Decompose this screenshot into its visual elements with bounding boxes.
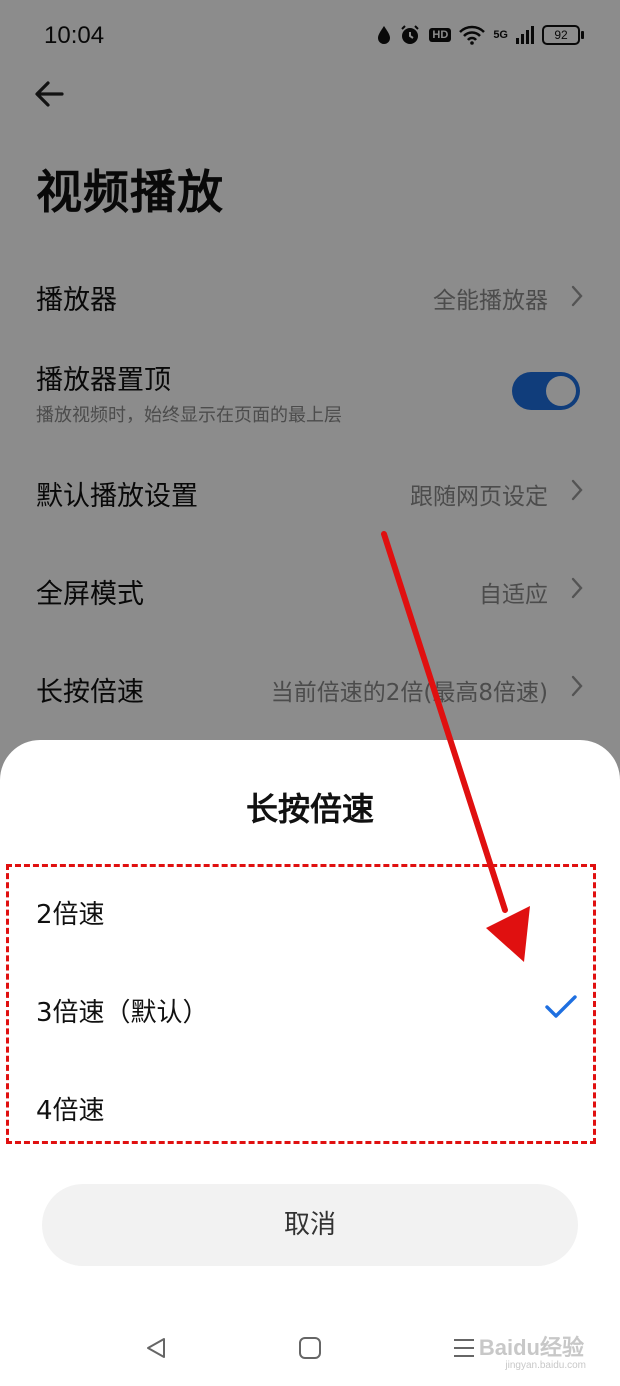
nav-menu-icon[interactable] xyxy=(452,1336,476,1360)
cancel-button[interactable]: 取消 xyxy=(42,1184,578,1266)
annotation-highlight-box xyxy=(6,864,596,1144)
nav-back-icon[interactable] xyxy=(144,1336,168,1360)
nav-home-icon[interactable] xyxy=(298,1336,322,1360)
watermark-brand: Baidu经验 xyxy=(478,1335,584,1360)
cancel-label: 取消 xyxy=(283,1210,336,1240)
watermark-url: jingyan.baidu.com xyxy=(505,1360,586,1371)
sheet-title: 长按倍速 xyxy=(245,790,374,828)
